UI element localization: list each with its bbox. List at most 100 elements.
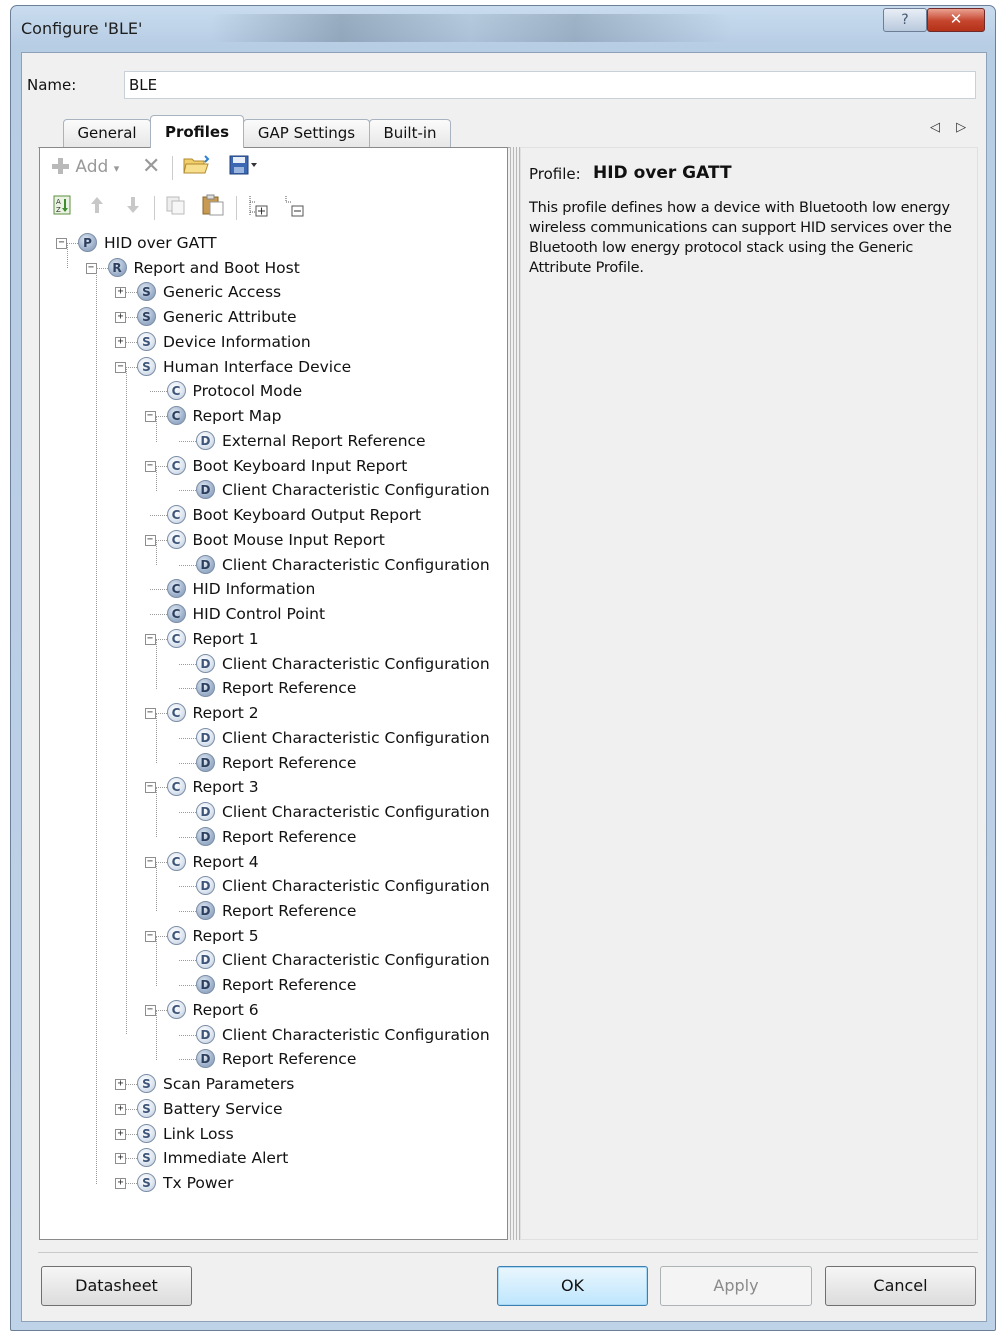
tree-node-label: Client Characteristic Configuration — [222, 803, 490, 822]
expand-all-button[interactable] — [246, 194, 274, 220]
apply-button[interactable]: Apply — [660, 1266, 812, 1306]
characteristic-node-icon: C — [166, 381, 186, 401]
tree-connector — [179, 688, 196, 690]
name-field[interactable]: BLE — [124, 71, 976, 99]
expand-plus-icon[interactable]: + — [115, 1079, 126, 1091]
svg-text:Z: Z — [56, 206, 61, 214]
save-button[interactable] — [228, 154, 258, 180]
collapse-all-icon — [285, 196, 304, 217]
tree-node-label: Boot Keyboard Input Report — [192, 456, 408, 475]
tree-connector — [155, 935, 167, 937]
close-button[interactable]: ✕ — [927, 8, 985, 32]
characteristic-node-icon: C — [166, 505, 186, 525]
tree-connector — [155, 1009, 167, 1011]
collapse-minus-icon[interactable]: − — [144, 1004, 156, 1016]
tree-node-label: Client Characteristic Configuration — [222, 877, 490, 896]
expand-plus-icon[interactable]: + — [115, 336, 126, 348]
tree-connector — [179, 440, 196, 442]
collapse-all-button[interactable] — [282, 194, 310, 220]
tree-connector — [126, 366, 137, 368]
tree-connector — [155, 416, 167, 418]
paste-button[interactable] — [200, 194, 226, 220]
characteristic-node-icon: C — [166, 628, 186, 648]
tree-node-label: Boot Keyboard Output Report — [192, 506, 422, 525]
tree-connector — [179, 812, 196, 814]
descriptor-node-icon: D — [196, 826, 215, 846]
copy-button[interactable] — [164, 194, 188, 220]
tree-node-label: Report Reference — [222, 679, 357, 698]
tab-built-in[interactable]: Built-in — [369, 119, 451, 147]
tree-connector — [155, 539, 167, 541]
expand-plus-icon[interactable]: + — [115, 1103, 126, 1115]
cancel-button[interactable]: Cancel — [825, 1266, 976, 1306]
tree-node-label: Report Reference — [222, 976, 357, 995]
tree-connector — [126, 317, 137, 319]
characteristic-node-icon: C — [166, 604, 186, 624]
tree-guide-line — [126, 367, 127, 1034]
move-up-button[interactable] — [88, 194, 106, 220]
open-folder-icon — [183, 155, 210, 174]
tree-connector — [67, 243, 78, 244]
open-button[interactable] — [182, 154, 212, 180]
arrow-down-icon — [127, 197, 139, 213]
delete-button[interactable]: ✕ — [142, 154, 160, 180]
tree-node-label: Scan Parameters — [163, 1075, 295, 1094]
characteristic-node-icon: C — [166, 455, 186, 475]
add-label: Add — [75, 157, 109, 177]
tree-guide-line — [156, 787, 157, 837]
collapse-minus-icon[interactable]: − — [144, 708, 156, 720]
tree-node-label: Client Characteristic Configuration — [222, 654, 490, 673]
descriptor-node-icon: D — [196, 430, 215, 450]
tree-node-label: Report 5 — [192, 926, 259, 945]
collapse-minus-icon[interactable]: − — [144, 930, 156, 942]
footer-separator — [38, 1252, 978, 1253]
expand-plus-icon[interactable]: + — [115, 1153, 126, 1165]
descriptor-node-icon: D — [196, 554, 215, 574]
expand-plus-icon[interactable]: + — [115, 1128, 126, 1140]
collapse-minus-icon[interactable]: − — [144, 411, 156, 423]
tree-node-label: Report 3 — [192, 778, 259, 797]
expand-plus-icon[interactable]: + — [115, 312, 126, 324]
collapse-minus-icon[interactable]: − — [144, 460, 156, 472]
collapse-minus-icon[interactable]: − — [56, 238, 67, 249]
tree-node-label: Client Characteristic Configuration — [222, 481, 490, 500]
tab-general[interactable]: General — [63, 119, 151, 147]
tree-node-label: HID over GATT — [104, 234, 217, 252]
descriptor-node-icon: D — [196, 900, 215, 920]
service-node-icon: S — [137, 1173, 156, 1193]
ok-button[interactable]: OK — [497, 1266, 648, 1306]
expand-plus-icon[interactable]: + — [115, 287, 126, 299]
move-down-button[interactable] — [124, 194, 142, 220]
characteristic-node-icon: C — [166, 999, 186, 1019]
characteristic-node-icon: C — [166, 579, 186, 599]
tab-profiles[interactable]: Profiles — [150, 115, 244, 148]
expand-plus-icon[interactable]: + — [115, 1178, 126, 1190]
pane-splitter[interactable] — [510, 147, 520, 1240]
add-button[interactable]: Add ▾ — [50, 154, 119, 180]
tree-guide-line — [156, 1010, 157, 1060]
add-dropdown-arrow-icon[interactable]: ▾ — [114, 162, 120, 175]
descriptor-node-icon: D — [196, 727, 215, 747]
characteristic-node-icon: C — [166, 777, 186, 797]
profile-description: This profile defines how a device with B… — [529, 200, 952, 276]
sort-button[interactable]: AZ — [52, 194, 74, 220]
collapse-minus-icon[interactable]: − — [144, 856, 156, 868]
collapse-minus-icon[interactable]: − — [85, 262, 97, 274]
collapse-minus-icon[interactable]: − — [115, 361, 126, 373]
descriptor-node-icon: D — [196, 752, 215, 772]
window-title: Configure 'BLE' — [21, 19, 143, 38]
datasheet-button[interactable]: Datasheet — [41, 1266, 192, 1306]
collapse-minus-icon[interactable]: − — [144, 782, 156, 794]
sort-az-icon: AZ — [53, 195, 71, 215]
tab-gap-settings[interactable]: GAP Settings — [243, 119, 370, 147]
tab-scroll-arrows[interactable]: ◁ ▷ — [930, 120, 972, 135]
title-bar[interactable]: Configure 'BLE' ? ✕ — [11, 6, 995, 48]
service-node-icon: S — [137, 1123, 156, 1143]
svg-text:A: A — [56, 198, 61, 206]
toolbar-bottom: AZ — [42, 190, 505, 226]
collapse-minus-icon[interactable]: − — [144, 534, 156, 546]
tree-node-label: Report Reference — [222, 827, 357, 846]
service-node-icon: S — [137, 1098, 156, 1118]
collapse-minus-icon[interactable]: − — [144, 633, 156, 645]
help-button[interactable]: ? — [883, 8, 927, 32]
